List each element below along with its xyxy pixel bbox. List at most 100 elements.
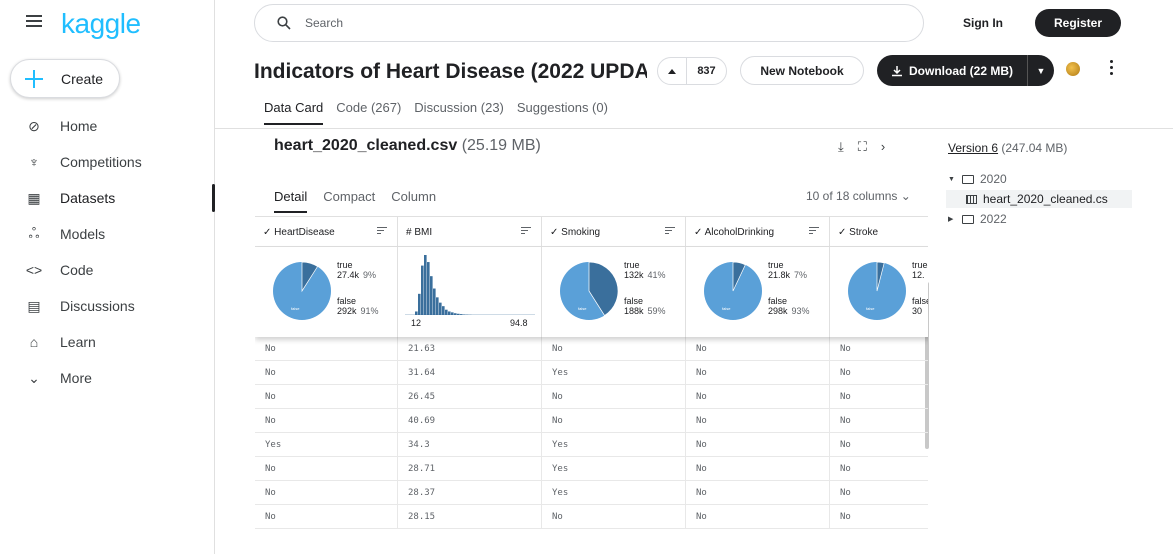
version-link[interactable]: Version 6 <box>948 141 998 155</box>
table-icon: ▦ <box>27 189 41 206</box>
create-button[interactable]: Create <box>10 59 120 98</box>
upvote-button[interactable] <box>658 58 687 84</box>
search-input[interactable]: Search <box>254 4 924 42</box>
version-label[interactable]: Version 6 (247.04 MB) <box>948 141 1067 155</box>
kaggle-logo[interactable]: kaggle <box>61 8 141 40</box>
sidebar-item-competitions[interactable]: ♆ Competitions <box>0 144 215 180</box>
sidebar-item-label: Discussions <box>60 298 135 314</box>
pie-label-false: false <box>722 306 731 311</box>
file-size: (25.19 MB) <box>461 137 541 154</box>
false-value: 292k 91% <box>337 306 379 316</box>
menu-icon[interactable] <box>26 15 42 27</box>
caret-right-icon[interactable]: ▶ <box>948 215 954 223</box>
file-tree-folder[interactable]: ▶ 2022 <box>948 210 1132 228</box>
histogram-bar <box>445 309 448 315</box>
false-value: 30 <box>912 306 928 316</box>
medal-icon <box>1066 62 1080 76</box>
column-header-label: ✓ AlcoholDrinking <box>694 226 775 238</box>
download-button[interactable]: Download (22 MB) ▼ <box>877 55 1054 86</box>
histogram-bar <box>454 313 457 315</box>
sidebar: kaggle Create ⊘ Home ♆ Competitions ▦ Dataset… <box>0 0 215 554</box>
tab-suggestions[interactable]: Suggestions (0) <box>517 100 608 125</box>
version-size: (247.04 MB) <box>1001 141 1068 155</box>
file-actions: ⤓ ⛶ › <box>838 139 899 155</box>
table-row[interactable]: No 21.63 No No No <box>255 337 928 361</box>
register-button[interactable]: Register <box>1035 9 1121 37</box>
column-selector[interactable]: 10 of 18 columns ⌄ <box>806 189 911 203</box>
data-explorer: Version 6 (247.04 MB) ▼ 2020 heart_2020_cl… <box>929 128 1173 554</box>
table-row[interactable]: Yes 34.3 Yes No No <box>255 433 928 457</box>
folder-icon <box>962 174 974 184</box>
table-row[interactable]: No 40.69 No No No <box>255 409 928 433</box>
file-name: heart_2020_cleaned.csv <box>274 137 458 154</box>
sidebar-item-code[interactable]: <> Code <box>0 252 215 288</box>
tab-code[interactable]: Code (267) <box>336 100 401 125</box>
table-cell: No <box>830 433 928 456</box>
tab-data[interactable]: Data Card <box>264 100 324 125</box>
fullscreen-icon[interactable]: ⛶ <box>858 139 867 155</box>
true-percent: 7% <box>794 270 808 280</box>
download-menu-button[interactable]: ▼ <box>1028 66 1054 76</box>
view-tab-compact[interactable]: Compact <box>323 189 375 213</box>
new-notebook-button[interactable]: New Notebook <box>740 56 864 85</box>
table-cell: No <box>830 361 928 384</box>
file-tree-file[interactable]: heart_2020_cleaned.cs <box>946 190 1132 208</box>
sidebar-item-home[interactable]: ⊘ Home <box>0 108 215 144</box>
table-row[interactable]: No 31.64 Yes No No <box>255 361 928 385</box>
table-cell: Yes <box>542 361 686 384</box>
folder-icon <box>962 214 974 224</box>
column-summary: false true 132k 41% false 188k 59% <box>542 247 686 337</box>
view-tab-detail[interactable]: Detail <box>274 189 308 213</box>
column-summary: falsetrue12.false30 <box>830 247 928 337</box>
sidebar-item-models[interactable]: ஃ Models <box>0 216 215 252</box>
column-header[interactable]: ✓ AlcoholDrinking <box>686 217 830 247</box>
true-label: true <box>624 260 640 270</box>
chevron-down-icon: ⌄ <box>28 369 40 386</box>
table-cell: No <box>542 337 686 360</box>
upvote-control[interactable]: 837 <box>657 57 727 85</box>
columns-count: 10 of 18 columns <box>806 189 898 203</box>
table-row[interactable]: No 28.71 Yes No No <box>255 457 928 481</box>
table-cell: 34.3 <box>398 433 542 456</box>
table-row[interactable]: No 28.37 Yes No No <box>255 481 928 505</box>
chevron-right-icon[interactable]: › <box>881 139 885 155</box>
table-cell: No <box>830 409 928 432</box>
sort-icon[interactable] <box>521 227 531 236</box>
sidebar-item-datasets[interactable]: ▦ Datasets <box>0 180 215 216</box>
true-count: 12. <box>912 270 925 280</box>
file-tree: ▼ 2020 heart_2020_cleaned.cs ▶ 2022 <box>946 170 1132 228</box>
caret-down-icon[interactable]: ▼ <box>948 176 955 183</box>
download-file-icon[interactable]: ⤓ <box>838 139 844 155</box>
column-header[interactable]: ✓ HeartDisease <box>255 217 398 247</box>
false-percent: 59% <box>647 306 666 316</box>
column-header[interactable]: ✓ Smoking <box>542 217 686 247</box>
sort-icon[interactable] <box>665 227 675 236</box>
sidebar-item-label: Learn <box>60 334 96 350</box>
histogram-bar <box>439 302 442 315</box>
column-header-label: # BMI <box>406 226 433 238</box>
sort-icon[interactable] <box>809 227 819 236</box>
column-header[interactable]: # BMI <box>398 217 542 247</box>
table-cell: No <box>830 481 928 504</box>
table-cell: No <box>686 337 830 360</box>
sidebar-item-learn[interactable]: ⌂ Learn <box>0 324 215 360</box>
sidebar-item-label: Code <box>60 262 94 278</box>
data-grid[interactable]: ✓ HeartDisease # BMI ✓ Smoking ✓ AlcoholDri… <box>255 216 928 554</box>
sort-icon[interactable] <box>377 227 387 236</box>
sign-in-link[interactable]: Sign In <box>963 16 1003 30</box>
true-value: 12. <box>912 270 928 280</box>
file-tree-label: heart_2020_cleaned.cs <box>983 192 1108 206</box>
table-row[interactable]: No 26.45 No No No <box>255 385 928 409</box>
tab-discussion[interactable]: Discussion (23) <box>414 100 504 125</box>
table-row[interactable]: No 28.15 No No No <box>255 505 928 529</box>
file-tree-folder[interactable]: ▼ 2020 <box>948 170 1132 188</box>
view-tab-column[interactable]: Column <box>391 189 436 213</box>
more-options-icon[interactable] <box>1110 60 1114 78</box>
sidebar-item-more[interactable]: ⌄ More <box>0 360 215 396</box>
sidebar-item-discussions[interactable]: ▤ Discussions <box>0 288 215 324</box>
histogram-bar <box>433 288 436 315</box>
false-label: false <box>337 296 357 306</box>
learn-icon: ⌂ <box>29 334 39 350</box>
false-percent: 93% <box>791 306 810 316</box>
column-header[interactable]: ✓ Stroke <box>830 217 928 247</box>
